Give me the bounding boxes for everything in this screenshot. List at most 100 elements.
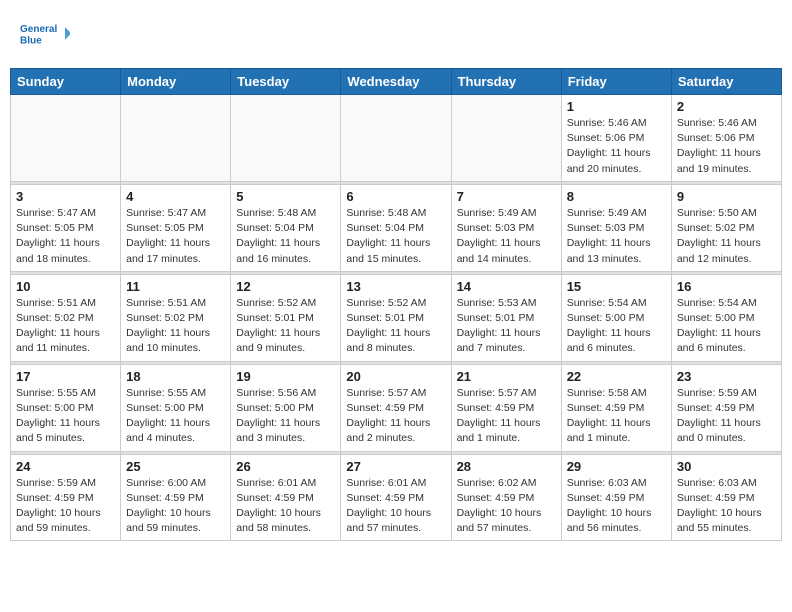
daylight-hours: Daylight: 11 hours	[567, 326, 666, 341]
daylight-hours: Daylight: 11 hours	[126, 416, 225, 431]
calendar-day-cell: 17Sunrise: 5:55 AMSunset: 5:00 PMDayligh…	[11, 364, 121, 451]
day-number: 26	[236, 459, 335, 474]
day-info: Sunrise: 5:47 AMSunset: 5:05 PMDaylight:…	[16, 206, 115, 267]
sunset-info: Sunset: 5:01 PM	[346, 311, 445, 326]
daylight-hours: Daylight: 11 hours	[457, 416, 556, 431]
day-info: Sunrise: 5:48 AMSunset: 5:04 PMDaylight:…	[346, 206, 445, 267]
day-info: Sunrise: 5:49 AMSunset: 5:03 PMDaylight:…	[457, 206, 556, 267]
sunset-info: Sunset: 5:00 PM	[677, 311, 776, 326]
calendar-day-cell: 9Sunrise: 5:50 AMSunset: 5:02 PMDaylight…	[671, 184, 781, 271]
calendar-day-cell: 13 Sunrise: 5:52 AMSunset: 5:01 PMDayligh…	[341, 274, 451, 361]
sunset-info: Sunset: 5:02 PM	[677, 221, 776, 236]
sunrise-info: Sunrise: 5:49 AM	[567, 206, 666, 221]
day-number: 17	[16, 369, 115, 384]
sunset-info: Sunset: 5:06 PM	[567, 131, 666, 146]
day-info: Sunrise: 6:00 AMSunset: 4:59 PMDaylight:…	[126, 476, 225, 537]
weekday-header: Thursday	[451, 69, 561, 95]
day-number: 20	[346, 369, 445, 384]
calendar-week-row: 3 Sunrise: 5:47 AMSunset: 5:05 PMDaylight…	[11, 184, 782, 271]
daylight-continuation: and 55 minutes.	[677, 521, 776, 536]
day-info: Sunrise: 5:51 AMSunset: 5:02 PMDaylight:…	[16, 296, 115, 357]
calendar-week-row: 10 Sunrise: 5:51 AMSunset: 5:02 PMDayligh…	[11, 274, 782, 361]
sunrise-info: Sunrise: 5:48 AM	[236, 206, 335, 221]
day-number: 25	[126, 459, 225, 474]
daylight-hours: Daylight: 11 hours	[346, 236, 445, 251]
day-number: 30	[677, 459, 776, 474]
day-info: Sunrise: 6:02 AMSunset: 4:59 PMDaylight:…	[457, 476, 556, 537]
daylight-continuation: and 56 minutes.	[567, 521, 666, 536]
daylight-hours: Daylight: 11 hours	[677, 326, 776, 341]
sunset-info: Sunset: 4:59 PM	[346, 491, 445, 506]
daylight-continuation: and 10 minutes.	[126, 341, 225, 356]
calendar-day-cell: 27Sunrise: 6:01 AMSunset: 4:59 PMDayligh…	[341, 454, 451, 541]
daylight-continuation: and 19 minutes.	[677, 162, 776, 177]
day-number: 10	[16, 279, 115, 294]
daylight-continuation: and 6 minutes.	[567, 341, 666, 356]
day-info: Sunrise: 5:49 AMSunset: 5:03 PMDaylight:…	[567, 206, 666, 267]
daylight-hours: Daylight: 11 hours	[346, 326, 445, 341]
daylight-continuation: and 58 minutes.	[236, 521, 335, 536]
sunrise-info: Sunrise: 5:57 AM	[457, 386, 556, 401]
day-info: Sunrise: 6:03 AMSunset: 4:59 PMDaylight:…	[567, 476, 666, 537]
calendar-day-cell: 2Sunrise: 5:46 AMSunset: 5:06 PMDaylight…	[671, 95, 781, 182]
day-info: Sunrise: 5:46 AMSunset: 5:06 PMDaylight:…	[567, 116, 666, 177]
day-number: 23	[677, 369, 776, 384]
sunrise-info: Sunrise: 6:01 AM	[346, 476, 445, 491]
sunrise-info: Sunrise: 6:01 AM	[236, 476, 335, 491]
sunrise-info: Sunrise: 5:48 AM	[346, 206, 445, 221]
calendar-day-cell: 8 Sunrise: 5:49 AMSunset: 5:03 PMDaylight…	[561, 184, 671, 271]
sunrise-info: Sunrise: 5:46 AM	[567, 116, 666, 131]
day-number: 13	[346, 279, 445, 294]
day-number: 28	[457, 459, 556, 474]
daylight-continuation: and 3 minutes.	[236, 431, 335, 446]
daylight-hours: Daylight: 11 hours	[16, 236, 115, 251]
calendar-week-row: 24Sunrise: 5:59 AMSunset: 4:59 PMDayligh…	[11, 454, 782, 541]
sunset-info: Sunset: 5:01 PM	[457, 311, 556, 326]
daylight-continuation: and 9 minutes.	[236, 341, 335, 356]
sunrise-info: Sunrise: 5:59 AM	[16, 476, 115, 491]
calendar-day-cell	[11, 95, 121, 182]
sunset-info: Sunset: 4:59 PM	[457, 401, 556, 416]
calendar-day-cell: 20Sunrise: 5:57 AMSunset: 4:59 PMDayligh…	[341, 364, 451, 451]
sunset-info: Sunset: 4:59 PM	[567, 491, 666, 506]
sunset-info: Sunset: 4:59 PM	[236, 491, 335, 506]
day-number: 16	[677, 279, 776, 294]
sunrise-info: Sunrise: 5:52 AM	[346, 296, 445, 311]
page-header: General Blue	[10, 10, 782, 58]
weekday-header: Sunday	[11, 69, 121, 95]
day-number: 11	[126, 279, 225, 294]
day-number: 19	[236, 369, 335, 384]
calendar-table: SundayMondayTuesdayWednesdayThursdayFrid…	[10, 68, 782, 541]
sunrise-info: Sunrise: 6:02 AM	[457, 476, 556, 491]
svg-text:General: General	[20, 24, 57, 35]
sunset-info: Sunset: 4:59 PM	[457, 491, 556, 506]
daylight-hours: Daylight: 11 hours	[126, 236, 225, 251]
sunset-info: Sunset: 5:03 PM	[457, 221, 556, 236]
sunset-info: Sunset: 5:04 PM	[346, 221, 445, 236]
sunset-info: Sunset: 5:00 PM	[16, 401, 115, 416]
day-info: Sunrise: 5:52 AMSunset: 5:01 PMDaylight:…	[236, 296, 335, 357]
sunrise-info: Sunrise: 5:51 AM	[126, 296, 225, 311]
day-number: 3	[16, 189, 115, 204]
sunrise-info: Sunrise: 6:03 AM	[677, 476, 776, 491]
day-number: 1	[567, 99, 666, 114]
sunrise-info: Sunrise: 5:46 AM	[677, 116, 776, 131]
daylight-continuation: and 11 minutes.	[16, 341, 115, 356]
day-info: Sunrise: 6:03 AMSunset: 4:59 PMDaylight:…	[677, 476, 776, 537]
calendar-day-cell: 19Sunrise: 5:56 AMSunset: 5:00 PMDayligh…	[231, 364, 341, 451]
calendar-day-cell: 11Sunrise: 5:51 AMSunset: 5:02 PMDayligh…	[121, 274, 231, 361]
daylight-hours: Daylight: 11 hours	[567, 416, 666, 431]
daylight-continuation: and 1 minute.	[457, 431, 556, 446]
calendar-day-cell: 3 Sunrise: 5:47 AMSunset: 5:05 PMDaylight…	[11, 184, 121, 271]
daylight-continuation: and 59 minutes.	[126, 521, 225, 536]
sunset-info: Sunset: 4:59 PM	[567, 401, 666, 416]
daylight-continuation: and 4 minutes.	[126, 431, 225, 446]
day-number: 14	[457, 279, 556, 294]
logo: General Blue	[20, 15, 70, 53]
calendar-day-cell: 10 Sunrise: 5:51 AMSunset: 5:02 PMDayligh…	[11, 274, 121, 361]
day-number: 8	[567, 189, 666, 204]
sunrise-info: Sunrise: 5:49 AM	[457, 206, 556, 221]
calendar-day-cell: 6Sunrise: 5:48 AMSunset: 5:04 PMDaylight…	[341, 184, 451, 271]
daylight-hours: Daylight: 10 hours	[16, 506, 115, 521]
sunrise-info: Sunrise: 5:55 AM	[126, 386, 225, 401]
